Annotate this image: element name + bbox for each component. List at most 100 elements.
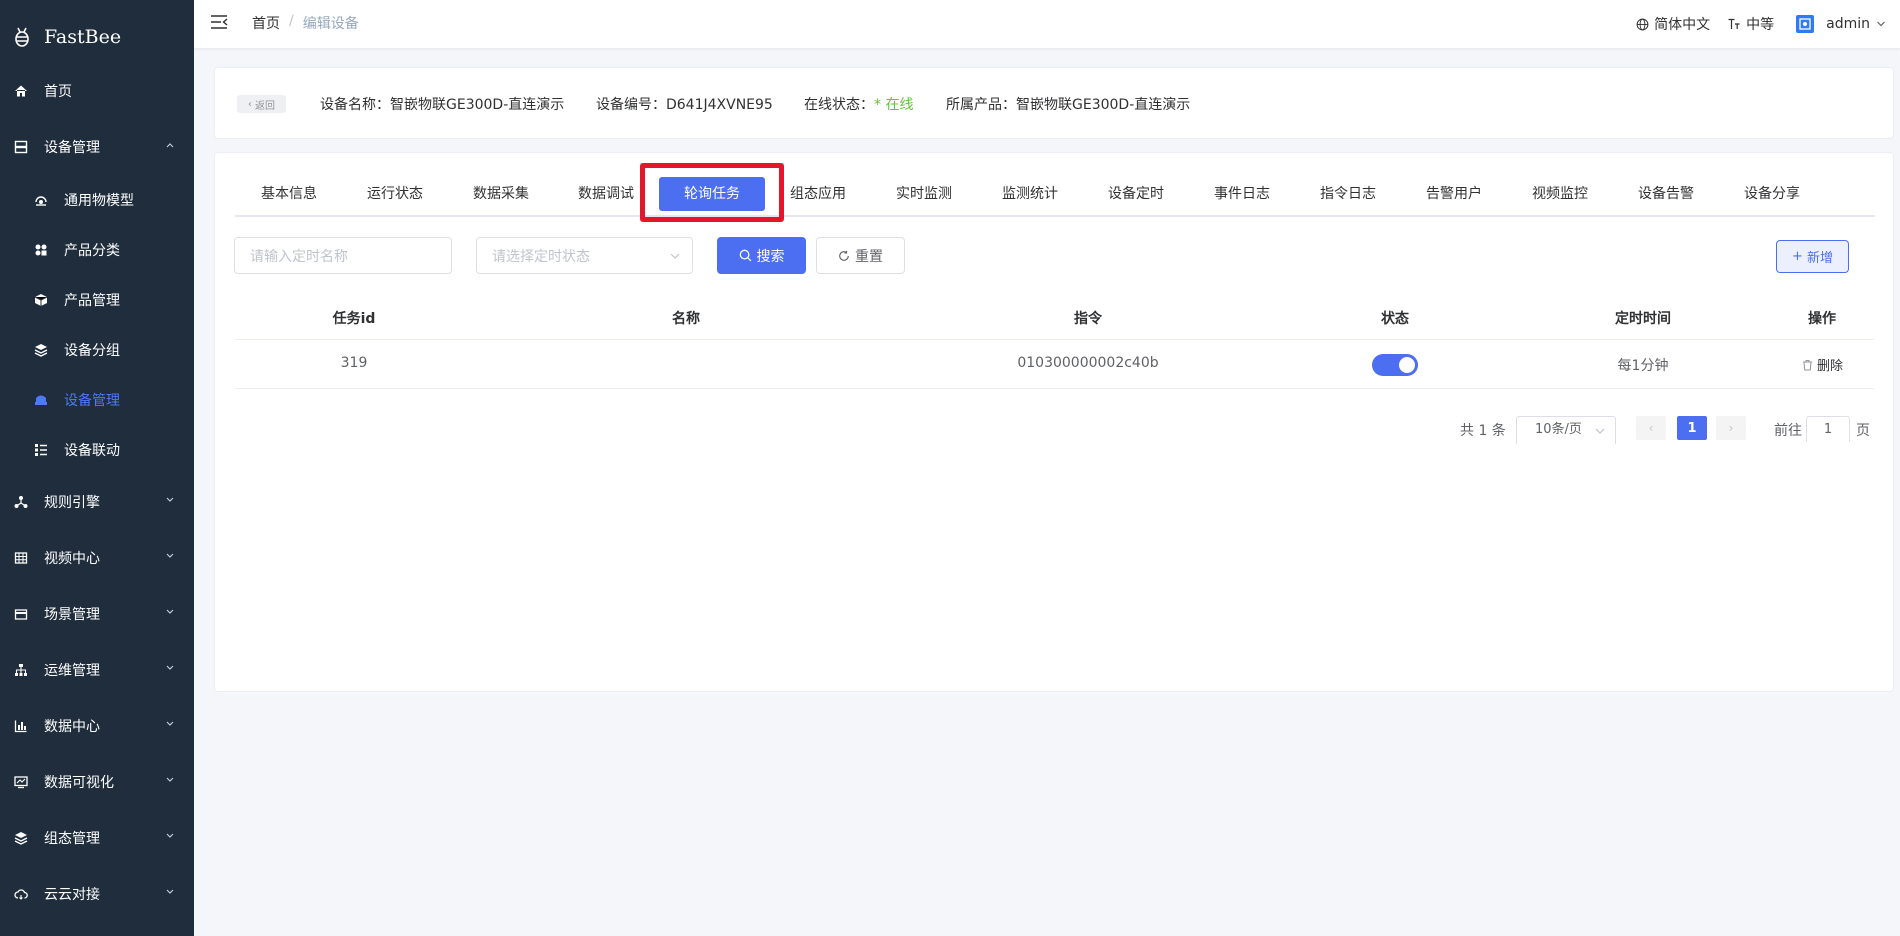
sidebar-subitem-device-list[interactable]: 设备管理 [0,375,194,425]
language-label: 简体中文 [1654,17,1711,33]
tab-device-share[interactable]: 设备分享 [1744,171,1800,217]
sidebar-subitem-product-management[interactable]: 产品管理 [0,275,194,325]
sidebar-item-label: 数据中心 [44,719,100,735]
chevron-down-icon [166,777,174,782]
nodes-icon [14,495,28,509]
sidebar-subitem-device-linkage[interactable]: 设备联动 [0,425,194,475]
table-icon [14,551,28,565]
device-info-card: ‹ 返回 设备名称：智嵌物联GE300D-直连演示 设备编号：D641J4XVN… [214,67,1894,139]
sidebar-subitem-thing-model[interactable]: 通用物模型 [0,175,194,225]
col-schedule: 定时时间 [1615,311,1671,327]
device-serial: 设备编号：D641J4XVNE95 [596,97,773,113]
monitor-icon [34,393,48,407]
reset-label: 重置 [855,248,883,265]
page-suffix: 页 [1856,423,1870,439]
delete-button[interactable]: 删除 [1802,355,1843,374]
chevron-down-icon [670,253,680,259]
breadcrumb: 首页 / 编辑设备 [252,13,359,33]
chevron-down-icon [166,497,174,502]
sidebar-item-data-center[interactable]: 数据中心 [0,698,194,754]
breadcrumb-home[interactable]: 首页 [252,13,280,33]
list-icon [34,443,48,457]
online-status: 在线状态：* 在线 [804,94,913,114]
tab-device-timer[interactable]: 设备定时 [1108,171,1164,217]
col-task-id: 任务id [332,311,376,327]
tab-running-status[interactable]: 运行状态 [367,171,423,217]
search-icon [739,249,751,262]
sidebar-item-configuration-management[interactable]: 组态管理 [0,810,194,866]
layers-icon [14,831,28,845]
sidebar-subitem-label: 产品管理 [64,293,120,309]
tab-monitor-stats[interactable]: 监测统计 [1002,171,1058,217]
sidebar-item-label: 云云对接 [44,887,100,903]
sidebar: FastBee 首页 设备管理 通用物模型 产品分类 产品管理 设备分组 设备管… [0,0,194,936]
sidebar-item-ops-management[interactable]: 运维管理 [0,642,194,698]
page-size-select[interactable]: 10条/页 [1516,416,1616,444]
chevron-left-icon: ‹ [248,98,252,110]
next-page-button[interactable]: › [1716,416,1746,440]
search-label: 搜索 [756,248,785,265]
chevron-down-icon [166,553,174,558]
tab-event-log[interactable]: 事件日志 [1214,171,1270,217]
tab-device-alerts[interactable]: 设备告警 [1638,171,1694,217]
font-size-icon [1728,18,1740,29]
prev-page-button[interactable]: ‹ [1636,416,1666,440]
wallet-icon [14,607,28,621]
cell-schedule: 每1分钟 [1617,358,1669,374]
sidebar-subitem-label: 通用物模型 [64,193,134,209]
sidebar-item-rule-engine[interactable]: 规则引擎 [0,474,194,530]
tab-alert-users[interactable]: 告警用户 [1426,171,1482,217]
goto-page-input[interactable]: 1 [1806,416,1850,442]
table-row-divider [234,388,1874,389]
chevron-left-icon: ‹ [1648,421,1654,435]
cell-command: 010300000002c40b [1017,355,1159,371]
tab-data-collection[interactable]: 数据采集 [473,171,529,217]
chevron-down-icon [166,609,174,614]
online-status-value: * 在线 [874,97,914,113]
chevron-down-icon [166,665,174,670]
sidebar-subitem-device-group[interactable]: 设备分组 [0,325,194,375]
username: admin [1826,16,1870,32]
col-name: 名称 [672,311,700,327]
status-toggle[interactable] [1372,354,1418,376]
size-switcher[interactable]: 中等 [1728,14,1774,34]
navbar-right: 简体中文 中等 admin [1636,0,1886,48]
sidebar-item-label: 组态管理 [44,831,100,847]
menu-fold-icon[interactable] [210,14,228,30]
trash-icon [1803,359,1812,370]
sidebar-item-scene-management[interactable]: 场景管理 [0,586,194,642]
tab-realtime-monitor[interactable]: 实时监测 [896,171,952,217]
user-dropdown[interactable]: admin [1796,15,1886,33]
device-product: 所属产品：智嵌物联GE300D-直连演示 [946,97,1191,113]
screen-icon [14,775,28,789]
tab-video-monitor[interactable]: 视频监控 [1532,171,1588,217]
online-status-label: 在线状态： [804,97,874,113]
back-button[interactable]: ‹ 返回 [237,95,286,113]
sidebar-subitem-product-category[interactable]: 产品分类 [0,225,194,275]
language-switcher[interactable]: 简体中文 [1636,14,1710,34]
sidebar-item-video-center[interactable]: 视频中心 [0,530,194,586]
pagination-total: 共 1 条 [1460,423,1506,439]
sidebar-item-device-management[interactable]: 设备管理 [0,119,194,175]
chart-icon [14,719,28,733]
tab-configuration-app[interactable]: 组态应用 [790,171,846,217]
size-label: 中等 [1746,17,1775,33]
chevron-down-icon [1595,428,1605,434]
task-status-select[interactable]: 请选择定时状态 [476,237,693,274]
tab-data-debug[interactable]: 数据调试 [578,171,634,217]
breadcrumb-current: 编辑设备 [302,16,359,32]
task-name-input[interactable]: 请输入定时名称 [234,237,452,274]
sidebar-item-cloud-docking[interactable]: 云云对接 [0,866,194,922]
sidebar-item-data-visualization[interactable]: 数据可视化 [0,754,194,810]
breadcrumb-separator: / [289,13,294,29]
tab-basic-info[interactable]: 基本信息 [261,171,317,217]
page-number-current[interactable]: 1 [1677,416,1707,440]
home-icon [14,84,28,98]
tab-command-log[interactable]: 指令日志 [1320,171,1376,217]
cpu-icon [34,193,48,207]
add-task-button[interactable]: + 新增 [1776,240,1849,273]
search-button[interactable]: 搜索 [717,237,806,274]
sidebar-item-home[interactable]: 首页 [0,63,194,119]
reset-button[interactable]: 重置 [816,237,905,274]
tab-polling-task[interactable]: 轮询任务 [659,177,765,211]
